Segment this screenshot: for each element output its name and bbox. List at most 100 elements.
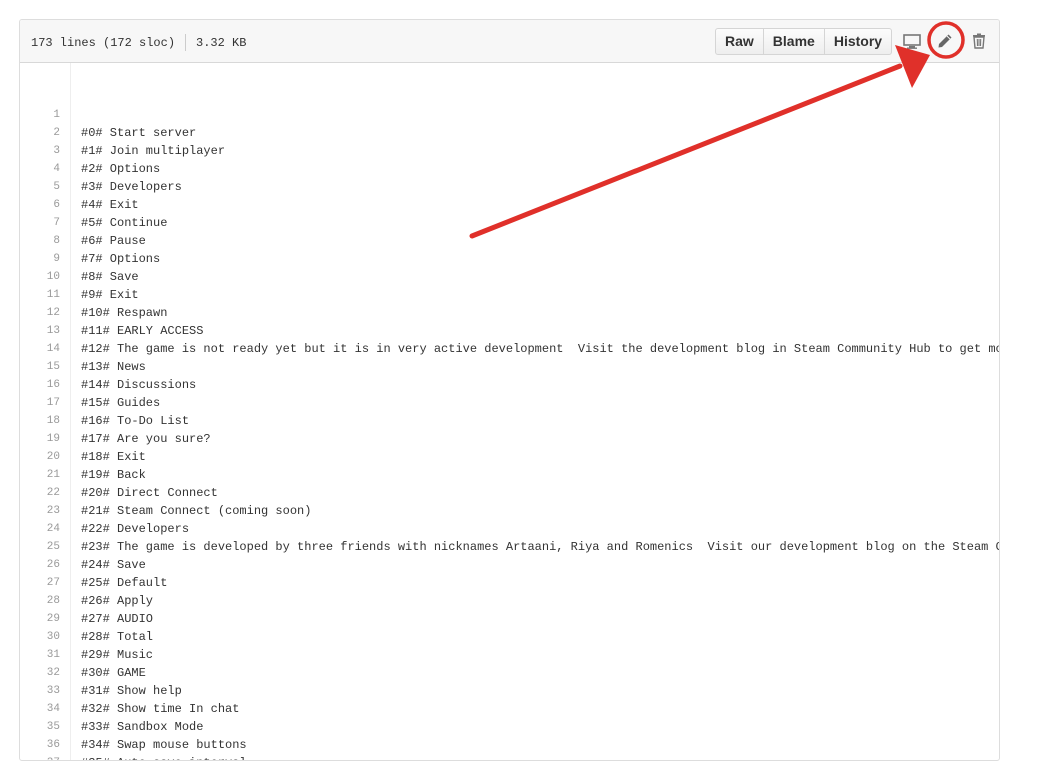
line-number[interactable]: 11	[20, 286, 60, 304]
line-code: #17# Are you sure?	[81, 430, 211, 448]
blame-button[interactable]: Blame	[764, 29, 825, 54]
code-line: 15 #13# News	[20, 358, 999, 376]
line-number[interactable]: 21	[20, 466, 60, 484]
code-line: 27 #25# Default	[20, 574, 999, 592]
line-number[interactable]: 9	[20, 250, 60, 268]
line-number[interactable]: 18	[20, 412, 60, 430]
line-number[interactable]: 26	[20, 556, 60, 574]
code-line: 32#30# GAME	[20, 664, 999, 682]
trash-icon[interactable]	[969, 31, 989, 51]
line-number[interactable]: 19	[20, 430, 60, 448]
line-number[interactable]: 14	[20, 340, 60, 358]
code-line: 13 #11# EARLY ACCESS	[20, 322, 999, 340]
line-number[interactable]: 3	[20, 142, 60, 160]
line-code: #28# Total	[81, 628, 153, 646]
line-code: #23# The game is developed by three frie…	[81, 538, 1000, 556]
code-line: 22#20# Direct Connect	[20, 484, 999, 502]
line-code: #5# Continue	[81, 214, 167, 232]
line-number[interactable]: 28	[20, 592, 60, 610]
line-number[interactable]: 8	[20, 232, 60, 250]
line-code: #16# To-Do List	[81, 412, 189, 430]
code-line: 23 #21# Steam Connect (coming soon)	[20, 502, 999, 520]
line-code: #8# Save	[81, 268, 139, 286]
code-line: 37#35# Auto save interval	[20, 754, 999, 761]
line-number[interactable]: 23	[20, 502, 60, 520]
code-line: 36#34# Swap mouse buttons	[20, 736, 999, 754]
line-number[interactable]: 13	[20, 322, 60, 340]
line-code: #31# Show help	[81, 682, 182, 700]
line-code: #32# Show time In chat	[81, 700, 239, 718]
line-code: #7# Options	[81, 250, 160, 268]
code-line: 1	[20, 106, 999, 124]
line-number[interactable]: 29	[20, 610, 60, 628]
file-header: 173 lines (172 sloc) 3.32 KB Raw Blame H…	[20, 20, 999, 63]
line-number[interactable]: 12	[20, 304, 60, 322]
code-line: 16#14# Discussions	[20, 376, 999, 394]
code-line: 30 #28# Total	[20, 628, 999, 646]
code-line: 26 #24# Save	[20, 556, 999, 574]
line-code: #3# Developers	[81, 178, 182, 196]
line-number[interactable]: 25	[20, 538, 60, 556]
line-number[interactable]: 5	[20, 178, 60, 196]
line-code: #2# Options	[81, 160, 160, 178]
line-count: 173 lines (172 sloc)	[31, 36, 175, 50]
line-number[interactable]: 34	[20, 700, 60, 718]
line-number[interactable]: 22	[20, 484, 60, 502]
line-number[interactable]: 15	[20, 358, 60, 376]
line-number[interactable]: 1	[20, 106, 60, 124]
line-code: #27# AUDIO	[81, 610, 153, 628]
line-code: #21# Steam Connect (coming soon)	[81, 502, 311, 520]
history-button[interactable]: History	[825, 29, 891, 54]
line-number[interactable]: 6	[20, 196, 60, 214]
line-number[interactable]: 30	[20, 628, 60, 646]
pencil-icon[interactable]	[935, 31, 955, 51]
line-code: #25# Default	[81, 574, 167, 592]
code-line: 28#26# Apply	[20, 592, 999, 610]
line-code: #1# Join multiplayer	[81, 142, 225, 160]
line-code: #22# Developers	[81, 520, 189, 538]
line-code: #11# EARLY ACCESS	[81, 322, 203, 340]
line-number[interactable]: 4	[20, 160, 60, 178]
code-line: 29 #27# AUDIO	[20, 610, 999, 628]
line-number[interactable]: 33	[20, 682, 60, 700]
code-line: 9 #7# Options	[20, 250, 999, 268]
line-number[interactable]: 20	[20, 448, 60, 466]
line-number[interactable]: 17	[20, 394, 60, 412]
code-line: 20 #18# Exit	[20, 448, 999, 466]
line-code: #15# Guides	[81, 394, 160, 412]
raw-button[interactable]: Raw	[716, 29, 764, 54]
line-number[interactable]: 16	[20, 376, 60, 394]
line-number[interactable]: 10	[20, 268, 60, 286]
code-line: 18 #16# To-Do List	[20, 412, 999, 430]
line-number[interactable]: 2	[20, 124, 60, 142]
file-info: 173 lines (172 sloc) 3.32 KB	[31, 34, 246, 51]
line-number[interactable]: 31	[20, 646, 60, 664]
line-number[interactable]: 36	[20, 736, 60, 754]
code-line: 11#9# Exit	[20, 286, 999, 304]
line-number[interactable]: 27	[20, 574, 60, 592]
line-code: #29# Music	[81, 646, 153, 664]
line-code: #18# Exit	[81, 448, 146, 466]
code-line: 31 #29# Music	[20, 646, 999, 664]
desktop-icon[interactable]	[902, 31, 922, 51]
code-line: 3 #1# Join multiplayer	[20, 142, 999, 160]
code-body: 12#0# Start server3#1# Join multiplayer4…	[20, 63, 999, 761]
code-line: 10 #8# Save	[20, 268, 999, 286]
line-code: #13# News	[81, 358, 146, 376]
code-line: 24 #22# Developers	[20, 520, 999, 538]
file-actions-group: Raw Blame History	[715, 28, 892, 55]
code-line: 4 #2# Options	[20, 160, 999, 178]
code-line: 17 #15# Guides	[20, 394, 999, 412]
code-line: 2#0# Start server	[20, 124, 999, 142]
code-line: 21 #19# Back	[20, 466, 999, 484]
line-number[interactable]: 35	[20, 718, 60, 736]
line-code: #24# Save	[81, 556, 146, 574]
line-number[interactable]: 32	[20, 664, 60, 682]
line-number[interactable]: 37	[20, 754, 60, 761]
line-number[interactable]: 24	[20, 520, 60, 538]
code-line: 5 #3# Developers	[20, 178, 999, 196]
file-info-divider	[185, 34, 186, 51]
line-number[interactable]: 7	[20, 214, 60, 232]
line-code: #19# Back	[81, 466, 146, 484]
code-line: 7 #5# Continue	[20, 214, 999, 232]
